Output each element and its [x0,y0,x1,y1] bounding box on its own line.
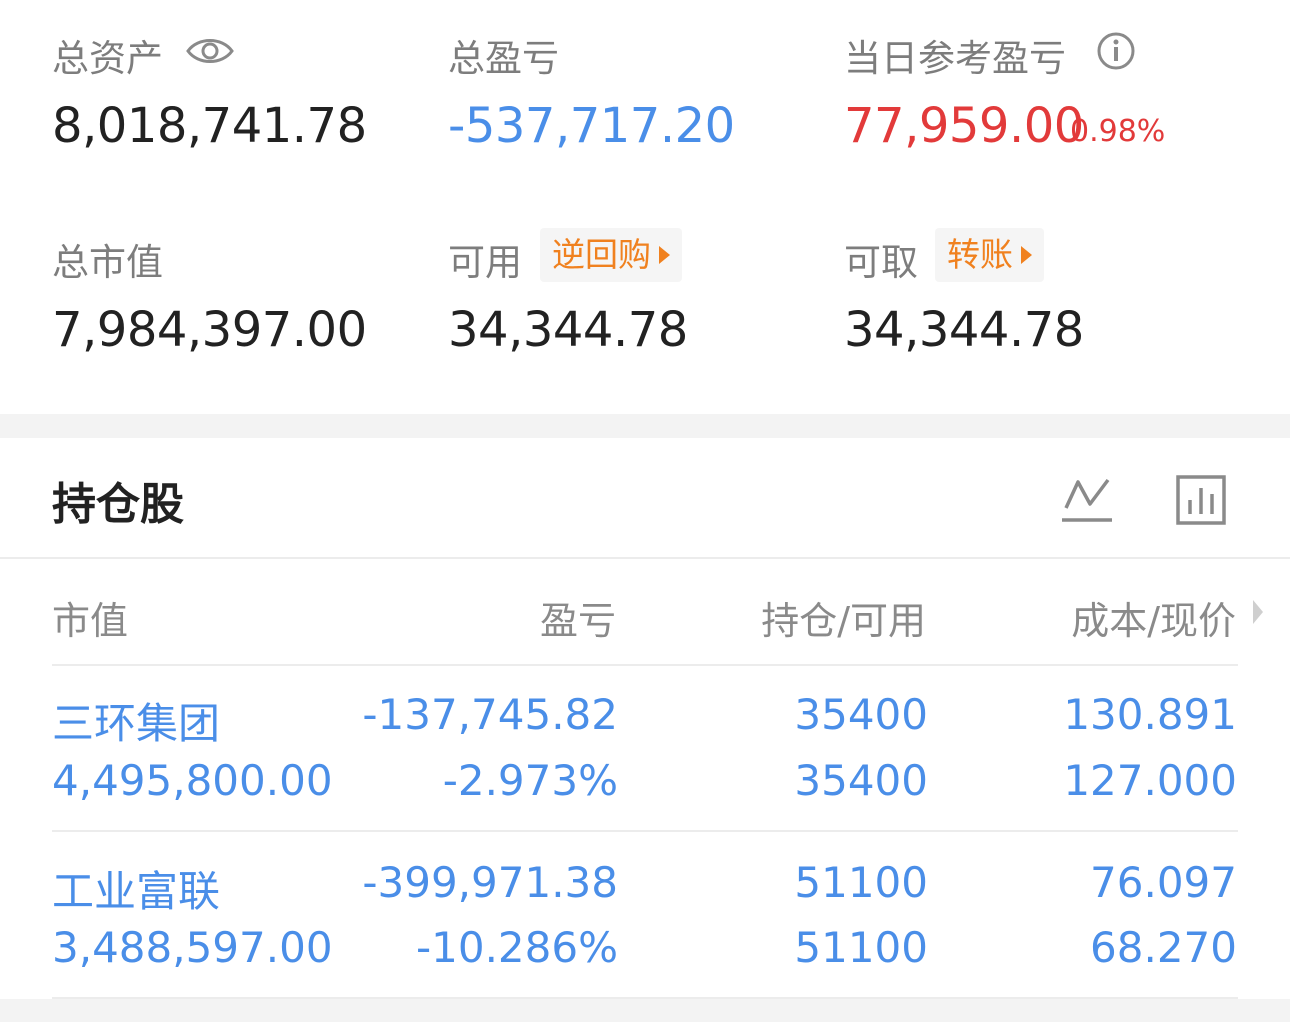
stock-name: 三环集团 [52,699,221,748]
stock-price: 68.270 [1090,923,1237,972]
reverse-repo-label: 逆回购 [552,235,651,274]
stock-name: 工业富联 [52,867,221,916]
withdrawable-value: 34,344.78 [844,302,1084,358]
available-value: 34,344.78 [448,302,688,358]
info-icon[interactable] [1096,31,1136,71]
reverse-repo-button[interactable]: 逆回购 [540,228,682,282]
daily-pnl-label: 当日参考盈亏 [844,37,1066,80]
eye-icon[interactable] [186,34,234,68]
transfer-button[interactable]: 转账 [935,228,1044,282]
stock-available: 51100 [794,923,928,972]
total-pnl-value: -537,717.20 [448,98,735,154]
column-header-market-value[interactable]: 市值 [52,590,128,645]
line-chart-icon[interactable] [1060,474,1114,526]
total-assets-label: 总资产 [52,37,163,80]
holdings-title: 持仓股 [52,479,184,530]
total-assets-value: 8,018,741.78 [52,98,367,154]
stock-market-value: 3,488,597.00 [52,923,333,972]
column-header-pnl[interactable]: 盈亏 [420,590,616,645]
stock-market-value: 4,495,800.00 [52,756,333,805]
stock-position: 35400 [794,690,928,739]
transfer-label: 转账 [947,235,1013,274]
daily-pnl-value: 77,959.00 [844,98,1084,154]
stock-pnl: -399,971.38 [362,858,618,907]
withdrawable-label: 可取 [844,241,918,284]
column-header-position[interactable]: 持仓/可用 [700,590,926,645]
bottom-band [0,999,1290,1022]
stock-pnl-percent: -2.973% [442,756,618,805]
market-value-value: 7,984,397.00 [52,302,367,358]
available-label: 可用 [448,241,522,284]
total-pnl-label: 总盈亏 [448,37,559,80]
column-header-cost-price[interactable]: 成本/现价 [1000,590,1236,645]
chevron-right-icon[interactable] [1251,598,1265,626]
daily-pnl-percent: 0.98% [1070,114,1166,149]
market-value-label: 总市值 [52,241,163,284]
stock-cost: 76.097 [1090,858,1237,907]
stock-pnl: -137,745.82 [362,690,618,739]
stock-pnl-percent: -10.286% [415,923,618,972]
chevron-right-icon [659,246,670,264]
chevron-right-icon [1021,246,1032,264]
header-divider [0,557,1290,559]
section-divider [0,414,1290,438]
stock-available: 35400 [794,756,928,805]
bar-chart-icon[interactable] [1175,474,1227,526]
stock-price: 127.000 [1063,756,1237,805]
stock-cost: 130.891 [1063,690,1237,739]
stock-position: 51100 [794,858,928,907]
